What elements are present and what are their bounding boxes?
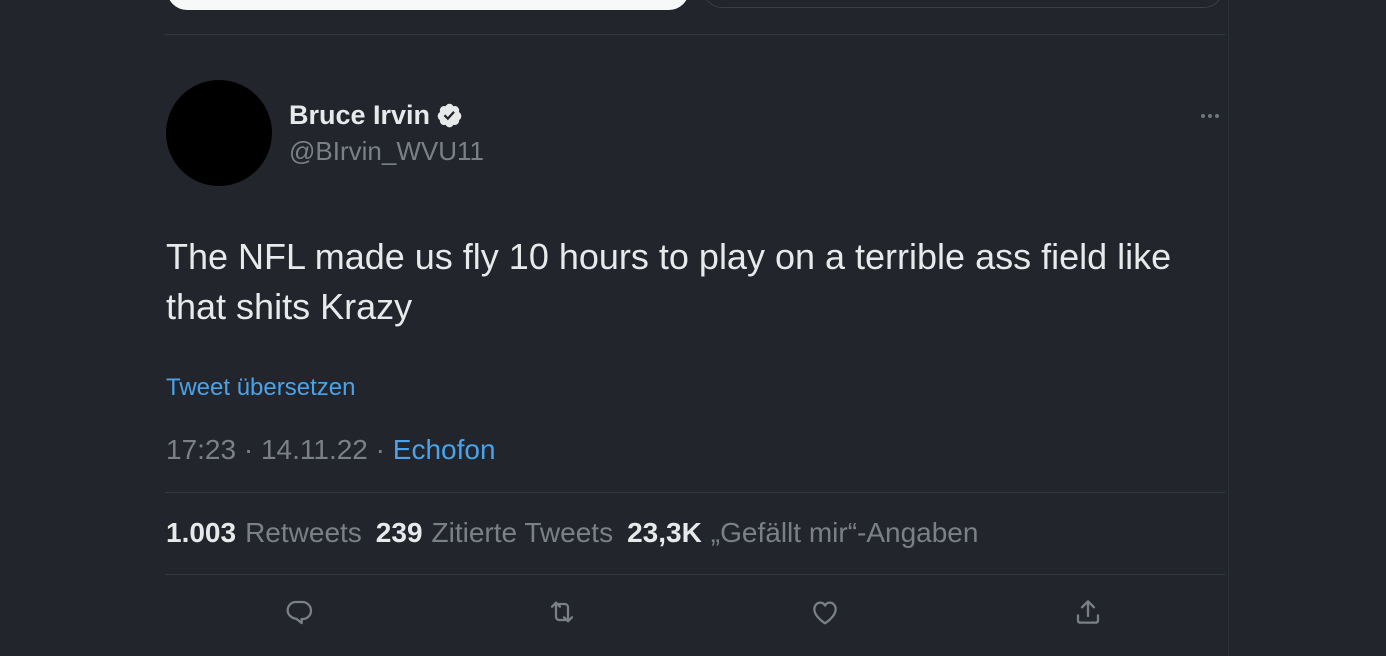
quotes-label: Zitierte Tweets [431, 517, 614, 548]
author-name-text: Bruce Irvin [289, 100, 431, 130]
author-handle[interactable]: @BIrvin_WVU11 [289, 136, 484, 167]
author-display-name[interactable]: Bruce Irvin [289, 100, 463, 131]
tweet-text: The NFL made us fly 10 hours to play on … [166, 236, 1182, 327]
retweets-count: 1.003 [166, 517, 237, 548]
reply-icon [286, 600, 313, 625]
translate-tweet-link[interactable]: Tweet übersetzen [166, 374, 355, 402]
page: Bruce Irvin @BIrvin_WVU11 The NFL made u… [0, 0, 1386, 656]
tweet-stats: 1.003 Retweets 239 Zitierte Tweets 23,3K… [166, 517, 978, 549]
stats-divider [165, 574, 1225, 575]
retweet-icon [550, 601, 574, 623]
retweets-stat[interactable]: 1.003 Retweets [166, 517, 362, 549]
verified-badge-icon [437, 103, 462, 128]
share-icon [1076, 600, 1100, 624]
share-button[interactable] [1070, 594, 1106, 630]
reply-button[interactable] [281, 594, 317, 630]
like-button[interactable] [807, 594, 843, 630]
avatar[interactable] [166, 80, 272, 186]
more-options-icon[interactable] [1195, 104, 1225, 128]
meta-separator: · [375, 434, 385, 465]
quotes-count: 239 [375, 517, 423, 548]
tweet-time[interactable]: 17:23 [166, 434, 236, 465]
quotes-stat[interactable]: 239 Zitierte Tweets [376, 517, 613, 549]
dot [1215, 114, 1219, 118]
tweet-column: Bruce Irvin @BIrvin_WVU11 The NFL made u… [165, 0, 1225, 656]
meta-divider [165, 492, 1225, 493]
likes-label: „Gefällt mir“-Angaben [710, 517, 979, 548]
tweet-date[interactable]: 14.11.22 [261, 434, 368, 465]
like-icon [813, 601, 837, 625]
top-action-button[interactable] [167, 0, 689, 10]
top-divider [165, 34, 1225, 35]
meta-separator: · [243, 434, 254, 465]
retweet-button[interactable] [544, 594, 580, 630]
likes-count: 23,3K [627, 517, 702, 548]
dot [1208, 114, 1212, 118]
retweets-label: Retweets [245, 517, 362, 548]
tweet-meta: 17:23 · 14.11.22 · Echofon [166, 434, 496, 466]
column-border [1228, 0, 1229, 656]
dot [1201, 114, 1205, 118]
top-secondary-button[interactable] [703, 0, 1223, 8]
tweet-source-link[interactable]: Echofon [393, 434, 496, 465]
tweet-actions [165, 594, 1225, 634]
likes-stat[interactable]: 23,3K „Gefällt mir“-Angaben [627, 517, 978, 549]
